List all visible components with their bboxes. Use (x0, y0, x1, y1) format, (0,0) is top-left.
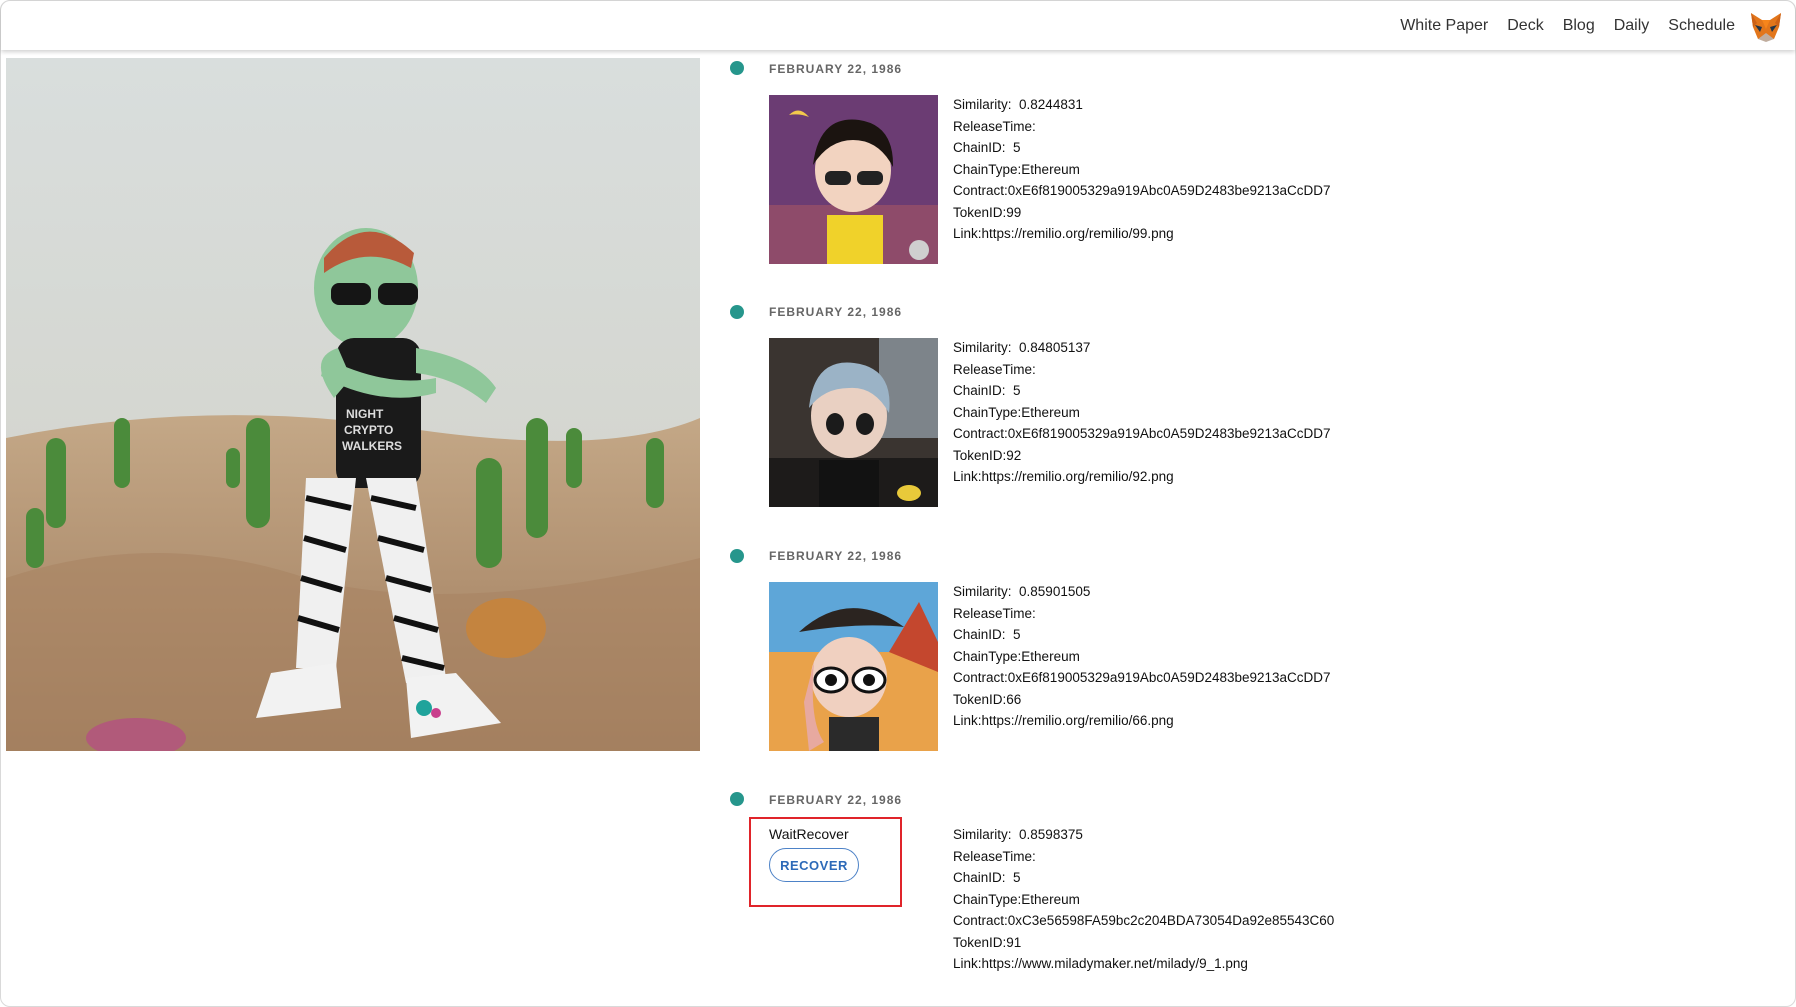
top-app-bar: White Paper Deck Blog Daily Schedule (1, 1, 1795, 50)
svg-text:CRYPTO: CRYPTO (344, 423, 393, 437)
token-id-label: TokenID: (953, 691, 1007, 707)
link-value[interactable]: https://remilio.org/remilio/92.png (982, 469, 1174, 484)
chain-id-value: 5 (1013, 870, 1021, 885)
contract-value: 0xE6f819005329a919Abc0A59D2483be9213aCcD… (1007, 670, 1331, 685)
top-nav: White Paper Deck Blog Daily Schedule (1381, 1, 1783, 50)
link-label: Link: (953, 469, 982, 484)
similarity-label: Similarity: (953, 827, 1012, 842)
nft-thumbnail (769, 582, 938, 751)
release-time-label: ReleaseTime: (953, 361, 1036, 377)
chain-type-value: Ethereum (1021, 161, 1080, 177)
chain-type-label: ChainType: (953, 161, 1022, 177)
link-value[interactable]: https://www.miladymaker.net/milady/9_1.p… (982, 956, 1248, 971)
chain-id-label: ChainID: (953, 140, 1006, 155)
chain-id-value: 5 (1013, 383, 1021, 398)
contract-value: 0xE6f819005329a919Abc0A59D2483be9213aCcD… (1007, 426, 1331, 441)
contract-label: Contract: (953, 183, 1008, 198)
token-id-label: TokenID: (953, 447, 1007, 463)
token-id-value: 92 (1006, 447, 1022, 463)
similarity-label: Similarity: (953, 97, 1012, 112)
timeline-dot (730, 792, 744, 806)
similarity-value: 0.8598375 (1019, 827, 1083, 842)
metamask-fox-icon[interactable] (1749, 9, 1783, 43)
chain-id-value: 5 (1013, 140, 1021, 155)
token-id-label: TokenID: (953, 204, 1007, 220)
contract-value: 0xE6f819005329a919Abc0A59D2483be9213aCcD… (1007, 183, 1331, 198)
nft-details: Similarity: 0.85901505 ReleaseTime: Chai… (953, 581, 1331, 732)
token-id-value: 66 (1006, 691, 1022, 707)
chain-type-value: Ethereum (1021, 404, 1080, 420)
recover-button[interactable]: RECOVER (769, 848, 859, 882)
chain-type-label: ChainType: (953, 891, 1022, 907)
chain-id-label: ChainID: (953, 383, 1006, 398)
nav-daily[interactable]: Daily (1614, 17, 1650, 35)
release-time-label: ReleaseTime: (953, 605, 1036, 621)
nft-details: Similarity: 0.8244831 ReleaseTime: Chain… (953, 94, 1331, 245)
contract-label: Contract: (953, 913, 1008, 928)
wait-recover-status: WaitRecover (769, 826, 849, 842)
timeline-date: FEBRUARY 22, 1986 (769, 62, 903, 76)
chain-id-label: ChainID: (953, 870, 1006, 885)
similarity-value: 0.8244831 (1019, 97, 1083, 112)
chain-id-label: ChainID: (953, 627, 1006, 642)
similarity-label: Similarity: (953, 584, 1012, 599)
nav-schedule[interactable]: Schedule (1668, 17, 1735, 35)
nav-blog[interactable]: Blog (1563, 17, 1595, 35)
timeline-date: FEBRUARY 22, 1986 (769, 305, 903, 319)
token-id-value: 99 (1006, 204, 1022, 220)
chain-type-label: ChainType: (953, 648, 1022, 664)
link-label: Link: (953, 713, 982, 728)
link-value[interactable]: https://remilio.org/remilio/99.png (982, 226, 1174, 241)
nav-deck[interactable]: Deck (1507, 17, 1543, 35)
timeline-dot (730, 305, 744, 319)
similarity-value: 0.85901505 (1019, 584, 1091, 599)
svg-text:WALKERS: WALKERS (342, 439, 402, 453)
timeline-date: FEBRUARY 22, 1986 (769, 793, 903, 807)
release-time-label: ReleaseTime: (953, 118, 1036, 134)
nav-white-paper[interactable]: White Paper (1400, 17, 1488, 35)
chain-type-label: ChainType: (953, 404, 1022, 420)
timeline-date: FEBRUARY 22, 1986 (769, 549, 903, 563)
contract-label: Contract: (953, 670, 1008, 685)
contract-value: 0xC3e56598FA59bc2c204BDA73054Da92e85543C… (1007, 913, 1335, 928)
similarity-label: Similarity: (953, 340, 1012, 355)
chain-type-value: Ethereum (1021, 891, 1080, 907)
link-label: Link: (953, 226, 982, 241)
token-id-value: 91 (1006, 934, 1022, 950)
svg-text:NIGHT: NIGHT (346, 407, 384, 421)
chain-type-value: Ethereum (1021, 648, 1080, 664)
contract-label: Contract: (953, 426, 1008, 441)
token-id-label: TokenID: (953, 934, 1007, 950)
link-value[interactable]: https://remilio.org/remilio/66.png (982, 713, 1174, 728)
hero-character-image: NIGHT CRYPTO WALKERS (6, 58, 700, 751)
timeline-dot (730, 549, 744, 563)
timeline-dot (730, 61, 744, 75)
chain-id-value: 5 (1013, 627, 1021, 642)
nft-details: Similarity: 0.8598375 ReleaseTime: Chain… (953, 824, 1334, 975)
link-label: Link: (953, 956, 982, 971)
nft-thumbnail (769, 338, 938, 507)
similarity-value: 0.84805137 (1019, 340, 1091, 355)
nft-thumbnail (769, 95, 938, 264)
release-time-label: ReleaseTime: (953, 848, 1036, 864)
nft-details: Similarity: 0.84805137 ReleaseTime: Chai… (953, 337, 1331, 488)
